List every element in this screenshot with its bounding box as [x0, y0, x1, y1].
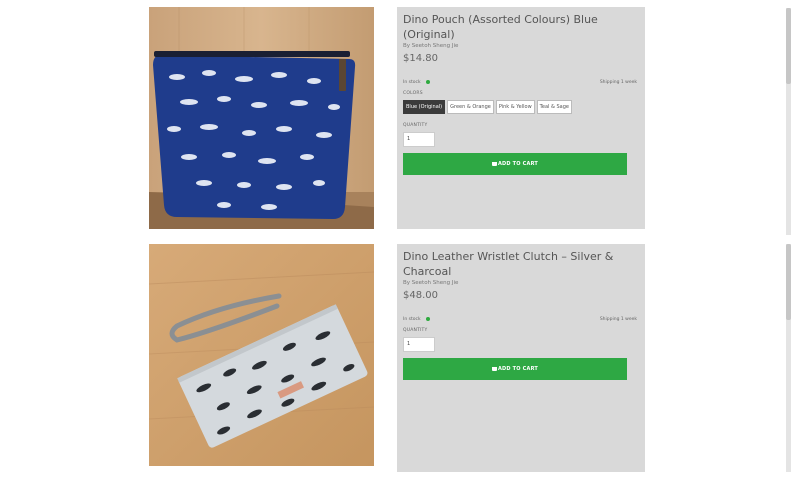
shipping-time: Shipping 1 week — [599, 80, 637, 85]
in-stock-indicator-icon — [426, 317, 430, 321]
product-byline[interactable]: By Seetoh Sheng Jie — [403, 43, 639, 49]
cart-icon — [491, 366, 497, 371]
color-option-blue-original[interactable]: Blue (Original) — [403, 100, 446, 114]
product-details-panel: Dino Pouch (Assorted Colours) Blue (Orig… — [397, 7, 645, 229]
scrollbar-thumb[interactable] — [786, 244, 791, 320]
stock-status: In stock — [403, 317, 421, 322]
dino-pouch-image — [149, 7, 374, 229]
availability-row: In stock Shipping 1 week — [403, 78, 639, 88]
quantity-label: QUANTITY — [403, 328, 428, 333]
availability-row: In stock Shipping 1 week — [403, 315, 639, 325]
scrollbar-bottom[interactable] — [786, 244, 791, 472]
dino-clutch-photo[interactable] — [149, 244, 374, 466]
product-card-dino-pouch: Dino Pouch (Assorted Colours) Blue (Orig… — [149, 7, 645, 229]
scrollbar-top[interactable] — [786, 8, 791, 235]
dino-clutch-image — [149, 244, 374, 466]
product-card-dino-clutch: Dino Leather Wristlet Clutch – Silver & … — [149, 244, 645, 472]
color-option-teal-sage[interactable]: Teal & Sage — [536, 100, 572, 114]
colors-label: COLORS — [403, 91, 423, 96]
shipping-time: Shipping 1 week — [599, 317, 637, 322]
add-to-cart-button[interactable]: ADD TO CART — [403, 358, 627, 380]
quantity-label: QUANTITY — [403, 123, 428, 128]
product-byline[interactable]: By Seetoh Sheng Jie — [403, 280, 639, 286]
stock-status: In stock — [403, 80, 421, 85]
cart-icon — [491, 161, 497, 166]
add-to-cart-label: ADD TO CART — [497, 161, 539, 167]
dino-pouch-photo[interactable] — [149, 7, 374, 229]
color-option-pink-yellow[interactable]: Pink & Yellow — [495, 100, 535, 114]
in-stock-indicator-icon — [426, 80, 430, 84]
product-price: $14.80 — [403, 53, 438, 64]
scrollbar-thumb[interactable] — [786, 8, 791, 84]
quantity-input[interactable]: 1 — [403, 132, 435, 147]
color-options: Blue (Original) Green & Orange Pink & Ye… — [403, 100, 593, 121]
product-title[interactable]: Dino Leather Wristlet Clutch – Silver & … — [403, 249, 639, 279]
product-details-panel: Dino Leather Wristlet Clutch – Silver & … — [397, 244, 645, 472]
add-to-cart-button[interactable]: ADD TO CART — [403, 153, 627, 175]
add-to-cart-label: ADD TO CART — [497, 366, 539, 372]
product-title[interactable]: Dino Pouch (Assorted Colours) Blue (Orig… — [403, 12, 639, 42]
color-option-green-orange[interactable]: Green & Orange — [447, 100, 494, 114]
quantity-input[interactable]: 1 — [403, 337, 435, 352]
product-price: $48.00 — [403, 290, 438, 301]
